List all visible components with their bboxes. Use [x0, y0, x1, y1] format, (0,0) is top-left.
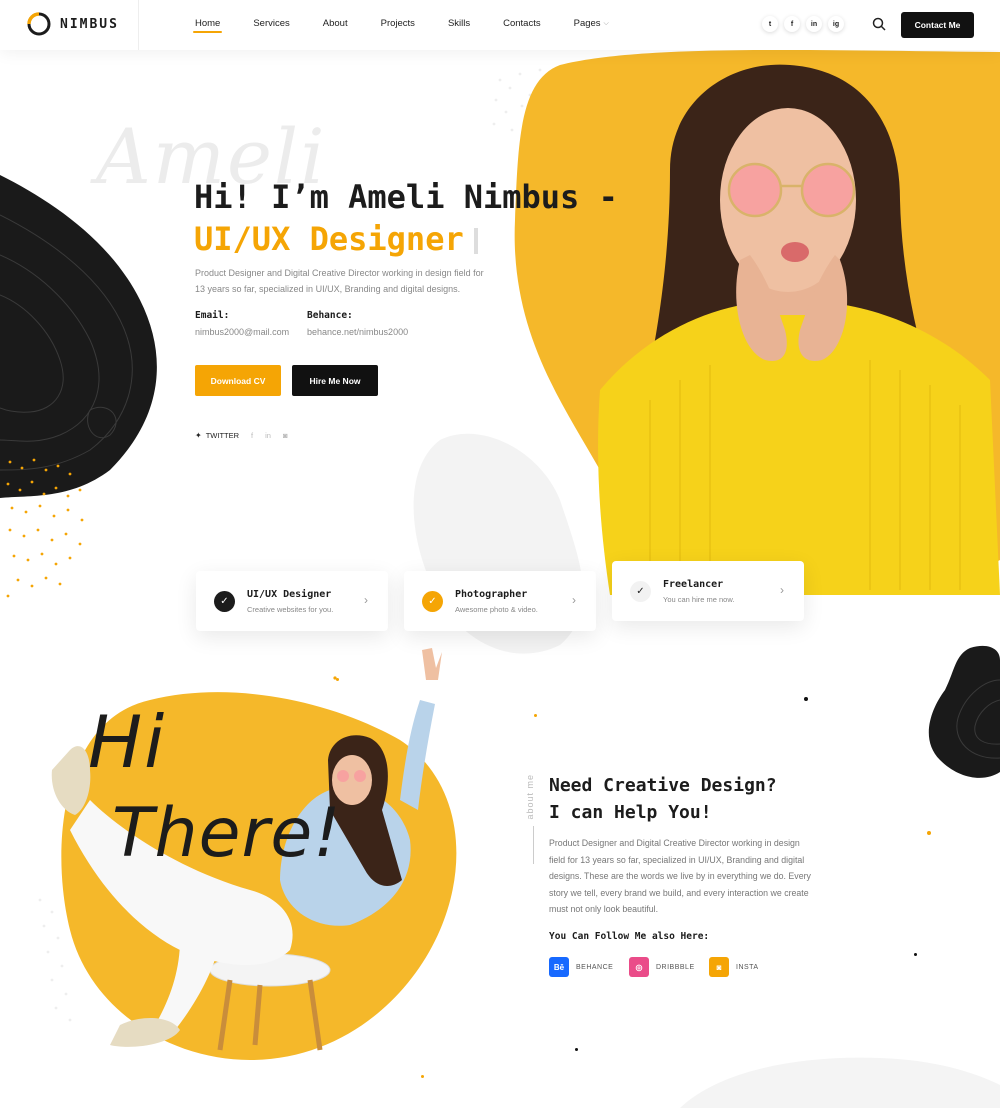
decor-dot	[927, 831, 931, 835]
nav-contacts[interactable]: Contacts	[503, 18, 541, 29]
email-info: Email: nimbus2000@mail.com	[195, 310, 289, 337]
decor-dot	[575, 1048, 578, 1051]
linkedin-icon[interactable]: in	[806, 16, 822, 32]
follow-title: You Can Follow Me also Here:	[549, 931, 710, 942]
behance-value[interactable]: behance.net/nimbus2000	[307, 327, 408, 337]
about-title-line1: Need Creative Design?	[549, 775, 777, 796]
check-icon: ✓	[422, 590, 443, 612]
nav-home[interactable]: Home	[192, 18, 223, 33]
about-description: Product Designer and Digital Creative Di…	[549, 838, 811, 914]
email-value[interactable]: nimbus2000@mail.com	[195, 327, 289, 337]
service-card-text: Photographer Awesome photo & video.	[455, 589, 538, 614]
service-title: UI/UX Designer	[247, 588, 332, 600]
decor-dot	[914, 953, 917, 956]
follow-label: BEHANCE	[576, 963, 614, 971]
hero-portrait-image	[598, 64, 1000, 595]
hire-me-button[interactable]: Hire Me Now	[292, 365, 378, 396]
about-title: Need Creative Design? I can Help You!	[549, 772, 777, 826]
nav-pages-wrap[interactable]: Pages ⌵	[574, 18, 609, 29]
decor-dot	[534, 714, 537, 717]
follow-insta[interactable]: ◙ INSTA	[709, 957, 775, 977]
nav-skills[interactable]: Skills	[448, 18, 470, 29]
facebook-icon[interactable]: f	[251, 431, 253, 440]
behance-info: Behance: behance.net/nimbus2000	[307, 310, 408, 337]
follow-label: INSTA	[736, 963, 759, 971]
typing-cursor	[473, 228, 478, 254]
follow-dribbble[interactable]: ◎ DRIBBBLE	[629, 957, 695, 977]
about-divider	[533, 826, 534, 864]
linkedin-icon[interactable]: in	[265, 431, 271, 440]
chevron-right-icon: ›	[572, 593, 576, 607]
header-divider	[138, 0, 139, 50]
behance-label: Behance:	[307, 310, 353, 321]
decor-dot	[421, 1075, 424, 1078]
service-card-freelancer[interactable]: ✓ Freelancer You can hire me now. ›	[612, 561, 804, 621]
service-title: Freelancer	[663, 578, 724, 590]
hand-text-hi: Hi	[88, 700, 167, 784]
nav-projects[interactable]: Projects	[381, 18, 415, 29]
instagram-icon: ◙	[709, 957, 729, 977]
chevron-down-icon: ⌵	[603, 19, 609, 27]
twitter-label: TWITTER	[205, 431, 240, 440]
header-socials: t f in ig	[762, 16, 844, 32]
hero-description: Product Designer and Digital Creative Di…	[195, 268, 484, 294]
dribbble-icon: ◎	[629, 957, 649, 977]
nav-services[interactable]: Services	[253, 18, 289, 29]
nav-about[interactable]: About	[323, 18, 348, 29]
site-header: NIMBUS Home Services About Projects Skil…	[0, 0, 1000, 50]
hero-socials: ✦ TWITTER f in ◙	[195, 431, 288, 440]
service-card-text: UI/UX Designer Creative websites for you…	[247, 589, 333, 614]
service-card-text: Freelancer You can hire me now.	[663, 579, 734, 604]
behance-icon: Bē	[549, 957, 569, 977]
hero-title: Hi! I’m Ameli Nimbus -	[194, 178, 618, 216]
hero-role: UI/UX Designer	[194, 220, 478, 258]
service-subtitle: Awesome photo & video.	[455, 604, 538, 614]
email-label: Email:	[195, 310, 230, 321]
about-side-label: about me	[525, 774, 535, 820]
chevron-right-icon: ›	[364, 593, 368, 607]
service-subtitle: You can hire me now.	[663, 594, 735, 604]
follow-label: DRIBBBLE	[656, 963, 695, 971]
check-icon: ✓	[214, 590, 235, 612]
download-cv-button[interactable]: Download CV	[195, 365, 281, 396]
instagram-icon[interactable]: ◙	[283, 431, 288, 440]
follow-list: Bē BEHANCE ◎ DRIBBBLE ◙ INSTA	[549, 957, 789, 977]
follow-behance[interactable]: Bē BEHANCE	[549, 957, 615, 977]
service-card-photographer[interactable]: ✓ Photographer Awesome photo & video. ›	[404, 571, 596, 631]
twitter-link[interactable]: ✦ TWITTER	[195, 431, 239, 440]
logo-text: NIMBUS	[60, 16, 119, 32]
about-title-line2: I can Help You!	[549, 802, 712, 823]
hand-text-there: There!	[112, 794, 342, 873]
logo[interactable]: NIMBUS	[26, 11, 119, 37]
main-nav: Home Services About Projects Skills Cont…	[192, 18, 609, 33]
twitter-icon: ✦	[195, 431, 202, 440]
decor-dot	[804, 697, 808, 701]
service-card-uiux[interactable]: ✓ UI/UX Designer Creative websites for y…	[196, 571, 388, 631]
check-icon: ✓	[630, 580, 651, 602]
chevron-right-icon: ›	[780, 583, 784, 597]
instagram-icon[interactable]: ig	[828, 16, 844, 32]
decor-dot	[336, 678, 339, 681]
contact-me-button[interactable]: Contact Me	[901, 12, 974, 38]
service-subtitle: Creative websites for you.	[247, 604, 334, 614]
service-title: Photographer	[455, 588, 528, 600]
twitter-icon[interactable]: t	[762, 16, 778, 32]
hero-role-text: UI/UX Designer	[194, 220, 464, 258]
facebook-icon[interactable]: f	[784, 16, 800, 32]
search-icon[interactable]	[872, 17, 886, 31]
logo-icon	[27, 12, 51, 36]
nav-pages[interactable]: Pages	[574, 18, 601, 29]
